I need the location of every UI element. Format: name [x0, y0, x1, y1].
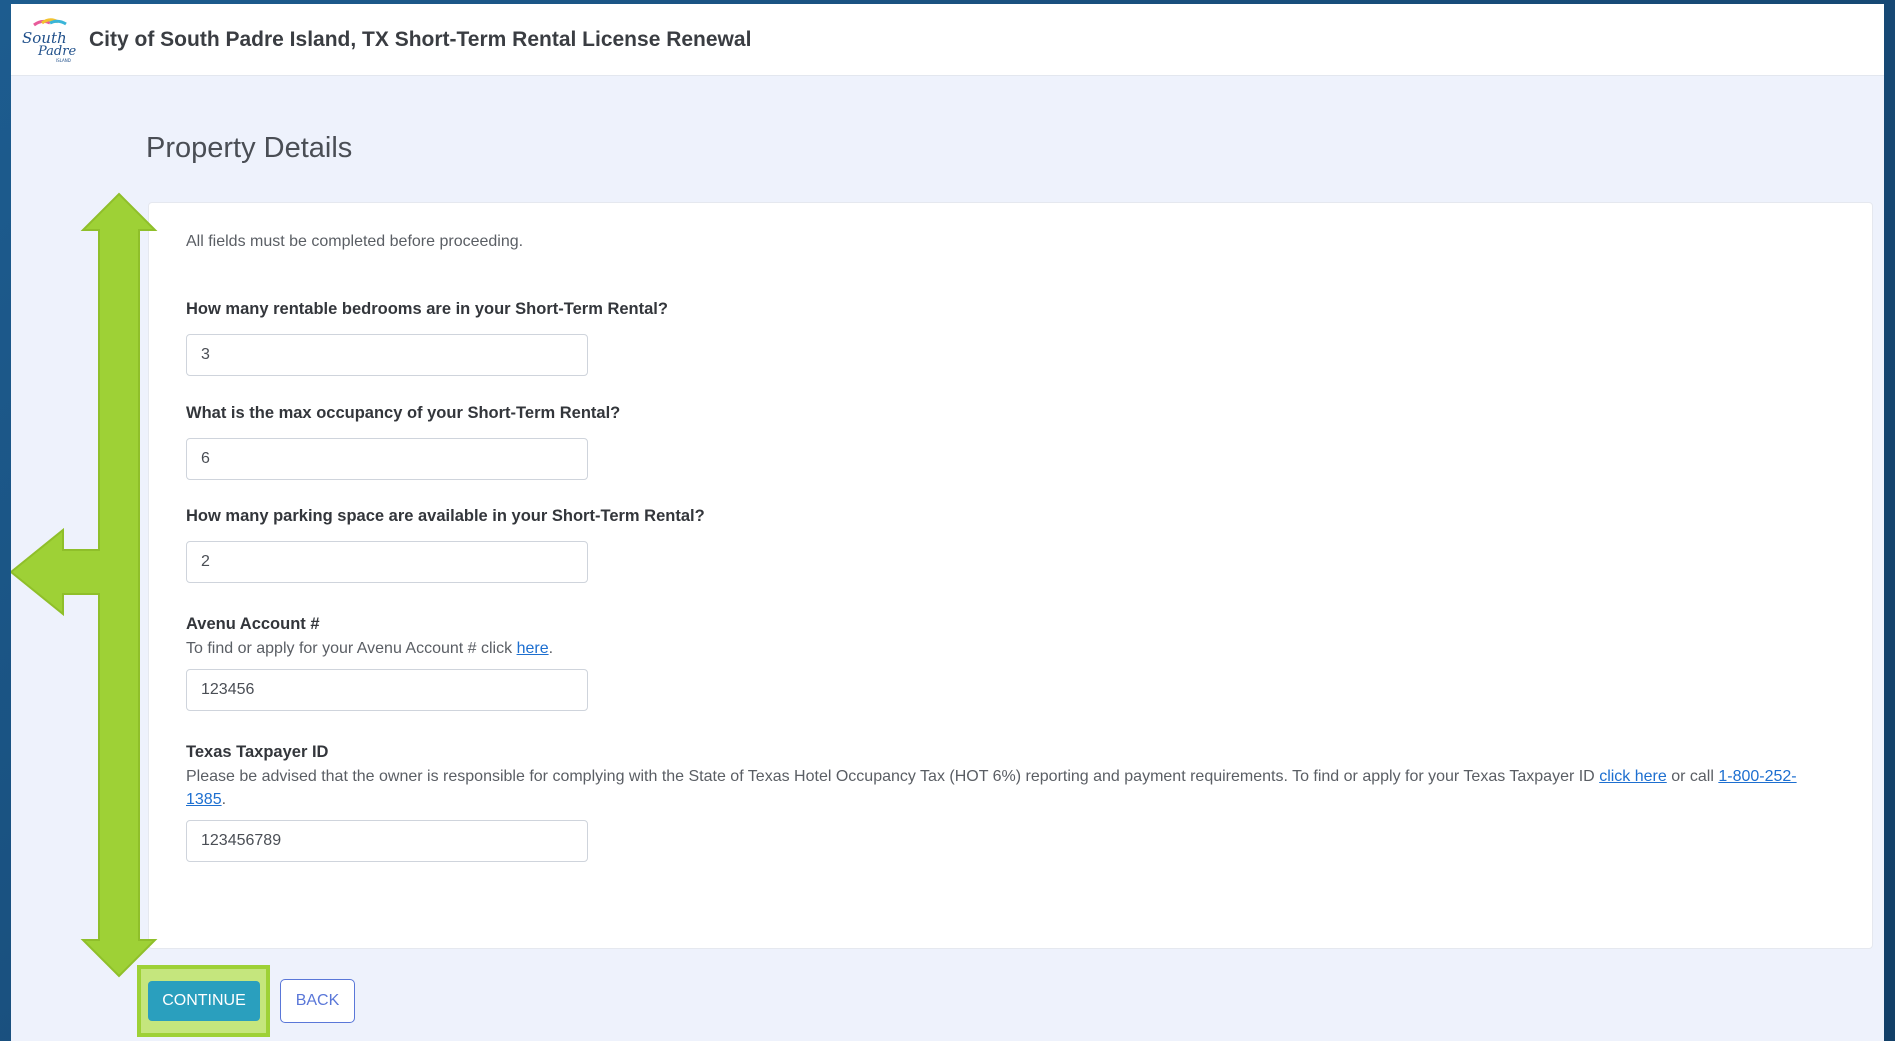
occupancy-input[interactable] [186, 438, 588, 480]
taxpayer-help-text: Please be advised that the owner is resp… [186, 768, 1600, 785]
avenu-account-label: Avenu Account # [186, 615, 320, 633]
app-window: South Padre ISLAND City of South Padre I… [11, 4, 1884, 1041]
taxpayer-id-help: Please be advised that the owner is resp… [186, 765, 1806, 811]
taxpayer-help-suffix: . [221, 791, 227, 808]
south-padre-island-logo: South Padre ISLAND [20, 17, 82, 63]
avenu-here-link[interactable]: here [517, 640, 549, 657]
avenu-account-input[interactable] [186, 669, 588, 711]
taxpayer-id-input[interactable] [186, 820, 588, 862]
parking-input[interactable] [186, 541, 588, 583]
form-instructions: All fields must be completed before proc… [186, 233, 524, 250]
bedrooms-label: How many rentable bedrooms are in your S… [186, 300, 668, 318]
svg-text:Padre: Padre [37, 44, 76, 59]
avenu-account-help: To find or apply for your Avenu Account … [186, 637, 1806, 660]
svg-text:ISLAND: ISLAND [56, 58, 71, 63]
bedrooms-input[interactable] [186, 334, 588, 376]
page-title: Property Details [146, 132, 353, 164]
continue-button[interactable]: CONTINUE [148, 981, 260, 1021]
occupancy-label: What is the max occupancy of your Short-… [186, 404, 621, 422]
taxpayer-click-here-link[interactable]: click here [1599, 768, 1667, 785]
avenu-help-text: To find or apply for your Avenu Account … [186, 640, 517, 657]
taxpayer-help-middle: or call [1666, 768, 1719, 785]
taxpayer-id-label: Texas Taxpayer ID [186, 743, 329, 761]
avenu-help-suffix: . [548, 640, 554, 657]
back-button[interactable]: BACK [280, 979, 355, 1023]
top-bar: South Padre ISLAND City of South Padre I… [11, 4, 1884, 76]
property-details-form: All fields must be completed before proc… [148, 202, 1873, 949]
parking-label: How many parking space are available in … [186, 507, 705, 525]
app-title: City of South Padre Island, TX Short-Ter… [89, 27, 752, 51]
